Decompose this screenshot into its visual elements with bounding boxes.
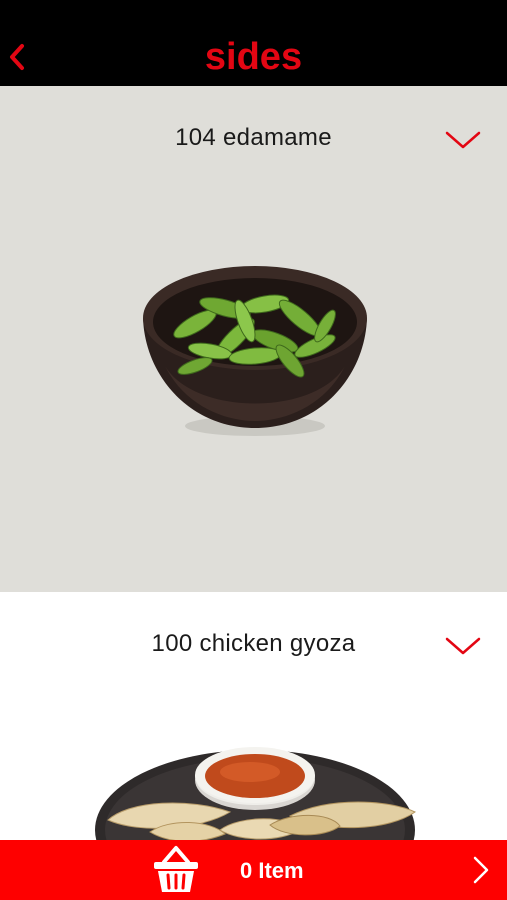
cart-bar[interactable]: 0 Item	[0, 840, 507, 900]
chevron-right-icon[interactable]	[471, 855, 491, 885]
menu-item-card[interactable]: 104 edamame	[0, 86, 507, 592]
gyoza-image	[95, 747, 416, 840]
cart-count-label: 0 Item	[240, 858, 304, 883]
chevron-down-icon[interactable]	[445, 130, 481, 150]
item-name: 104 edamame	[175, 124, 332, 151]
basket-icon	[154, 846, 198, 892]
item-name: 100 chicken gyoza	[151, 630, 356, 657]
chevron-down-icon[interactable]	[445, 636, 481, 656]
edamame-image	[143, 266, 367, 436]
header-bar: sides	[0, 0, 507, 86]
menu-item-card[interactable]: 100 chicken gyoza	[0, 592, 507, 840]
page-title: sides	[204, 36, 303, 78]
